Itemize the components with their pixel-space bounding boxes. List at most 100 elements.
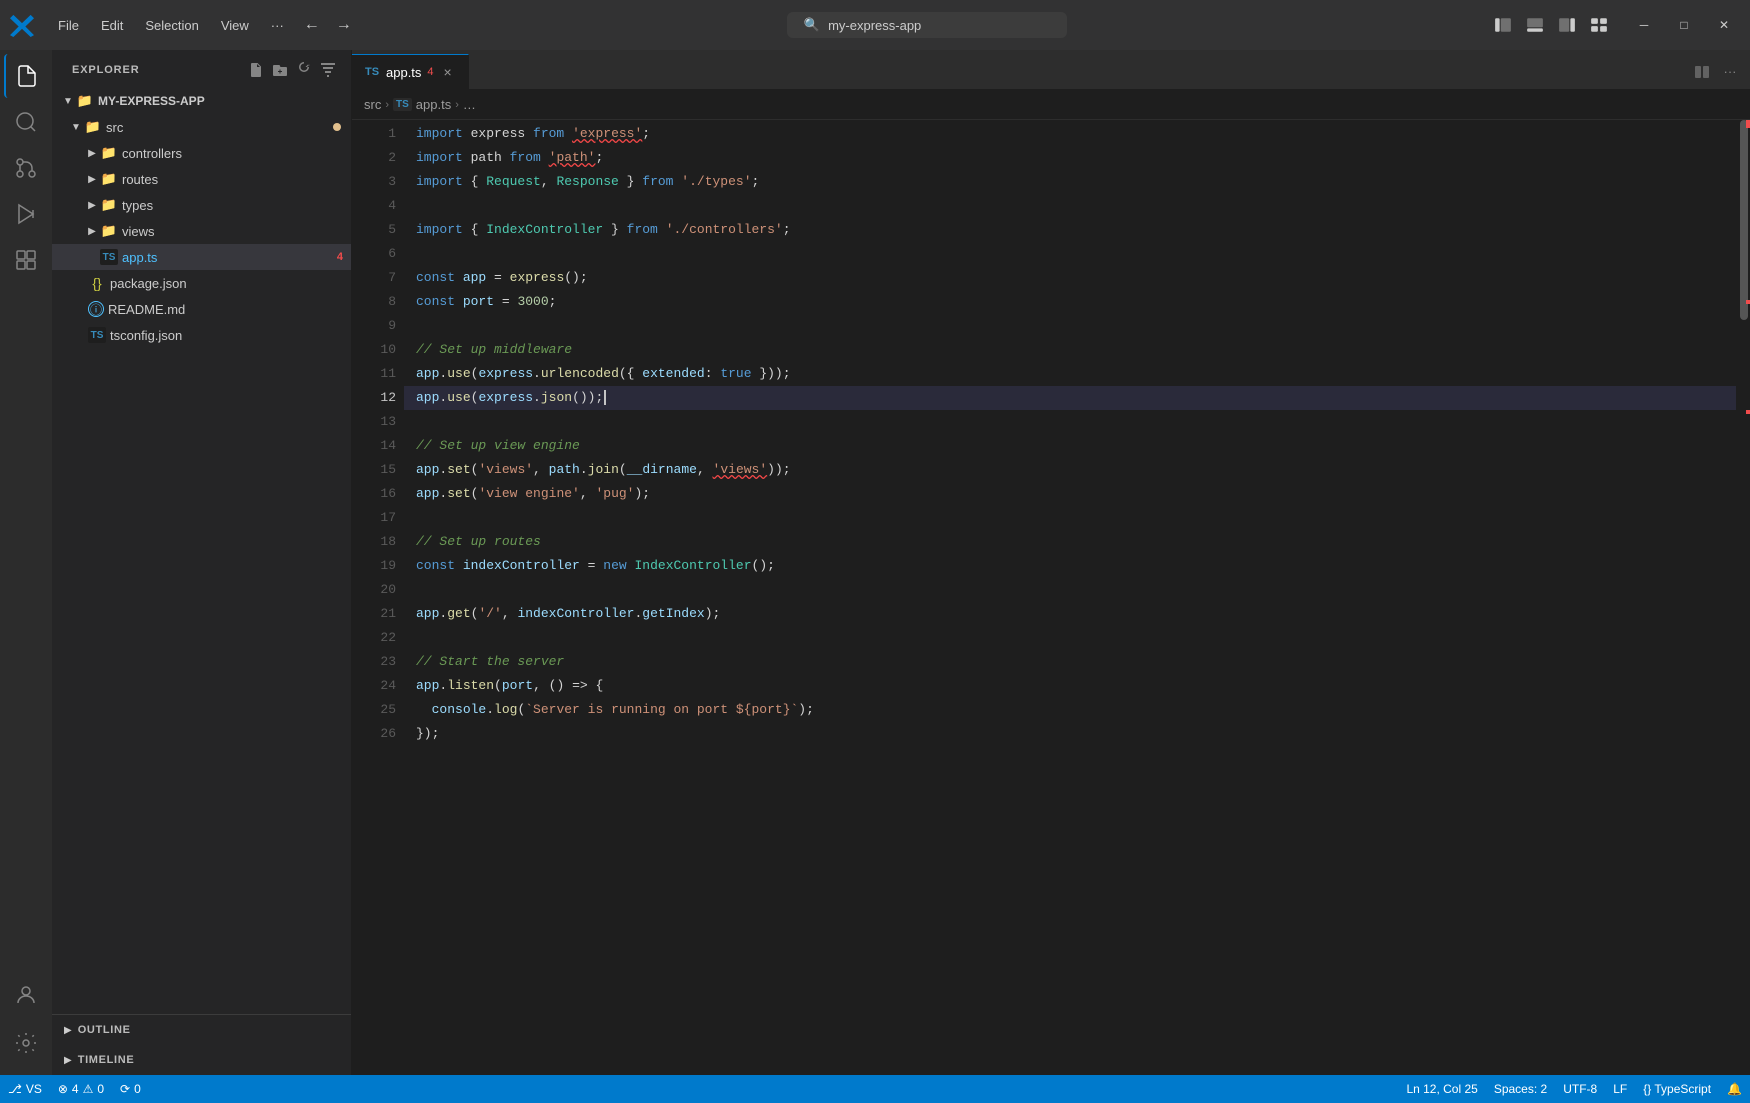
win-minimize[interactable]: ─	[1626, 11, 1662, 39]
controllers-arrow: ▶	[84, 145, 100, 161]
app-ts-icon: TS	[100, 249, 118, 265]
search-box[interactable]: 🔍 my-express-app	[787, 12, 1067, 38]
code-line-25: console.log(`Server is running on port $…	[404, 698, 1736, 722]
menu-file[interactable]: File	[48, 14, 89, 37]
menu-more[interactable]: ···	[261, 14, 294, 37]
collapse-button[interactable]	[317, 59, 339, 81]
menu-edit[interactable]: Edit	[91, 14, 133, 37]
split-editor-button[interactable]	[1690, 60, 1714, 84]
sync-count: 0	[134, 1082, 141, 1096]
code-line-15: app.set('views', path.join(__dirname, 'v…	[404, 458, 1736, 482]
code-line-1: import express from 'express';	[404, 122, 1736, 146]
line-numbers: 12345 678910 1112131415 1617181920 21222…	[352, 120, 404, 1075]
tab-app-ts[interactable]: TS app.ts 4 ×	[352, 54, 469, 89]
search-area: 🔍 my-express-app	[370, 12, 1484, 38]
error-marker-3	[1746, 410, 1750, 414]
spaces-text: Spaces: 2	[1494, 1082, 1547, 1096]
main-layout: EXPLORER ▼ 📁 MY-EXPR	[0, 50, 1750, 1075]
status-notification[interactable]: 🔔	[1719, 1075, 1750, 1103]
tab-close-button[interactable]: ×	[440, 64, 456, 80]
status-errors[interactable]: ⊗ 4 ⚠ 0	[50, 1075, 112, 1103]
views-arrow: ▶	[84, 223, 100, 239]
nav-back[interactable]: ←	[298, 11, 326, 39]
tree-package-json[interactable]: ▶ {} package.json	[52, 270, 351, 296]
editor-area: TS app.ts 4 × ··· src › TS app.ts › …	[352, 50, 1750, 1075]
menu-selection[interactable]: Selection	[135, 14, 208, 37]
tree-root[interactable]: ▼ 📁 MY-EXPRESS-APP	[52, 88, 351, 114]
activity-account[interactable]	[4, 973, 48, 1017]
tree-readme[interactable]: ▶ ⓘ README.md	[52, 296, 351, 322]
win-restore[interactable]: □	[1666, 11, 1702, 39]
activity-explorer[interactable]	[4, 54, 48, 98]
tree-app-ts[interactable]: ▶ TS app.ts 4	[52, 244, 351, 270]
tab-bar: TS app.ts 4 × ···	[352, 50, 1750, 90]
controllers-label: controllers	[122, 146, 351, 161]
cursor-position: Ln 12, Col 25	[1406, 1082, 1477, 1096]
code-line-18: // Set up routes	[404, 530, 1736, 554]
tree-routes[interactable]: ▶ 📁 routes	[52, 166, 351, 192]
code-line-4	[404, 194, 1736, 218]
code-line-3: import { Request, Response } from './typ…	[404, 170, 1736, 194]
status-right: Ln 12, Col 25 Spaces: 2 UTF-8 LF {} Type…	[1398, 1075, 1750, 1103]
code-line-16: app.set('view engine', 'pug');	[404, 482, 1736, 506]
breadcrumb-src[interactable]: src	[364, 97, 381, 112]
status-eol[interactable]: LF	[1605, 1075, 1635, 1103]
code-line-20	[404, 578, 1736, 602]
notification-icon: 🔔	[1727, 1082, 1742, 1096]
activity-search[interactable]	[4, 100, 48, 144]
code-line-22	[404, 626, 1736, 650]
error-marker-1	[1746, 120, 1750, 128]
timeline-section[interactable]: ▶ TIMELINE	[52, 1045, 351, 1075]
breadcrumb-symbol[interactable]: …	[463, 97, 476, 112]
sync-icon: ⟳	[120, 1082, 130, 1096]
outline-arrow: ▶	[64, 1025, 72, 1036]
new-file-button[interactable]	[245, 59, 267, 81]
activity-settings[interactable]	[4, 1021, 48, 1065]
activity-git[interactable]	[4, 146, 48, 190]
tab-filename: app.ts	[386, 65, 421, 80]
refresh-button[interactable]	[293, 59, 315, 81]
package-json-icon: {}	[88, 274, 106, 292]
tree-views[interactable]: ▶ 📁 views	[52, 218, 351, 244]
more-actions-button[interactable]: ···	[1718, 60, 1742, 84]
breadcrumb-file[interactable]: app.ts	[416, 97, 451, 112]
status-language[interactable]: {} TypeScript	[1635, 1075, 1719, 1103]
tree-tsconfig[interactable]: ▶ TS tsconfig.json	[52, 322, 351, 348]
breadcrumb: src › TS app.ts › …	[352, 90, 1750, 120]
tree-src[interactable]: ▼ 📁 src	[52, 114, 351, 140]
error-marker-2	[1746, 300, 1750, 304]
scrollbar-thumb[interactable]	[1740, 120, 1748, 320]
code-line-2: import path from 'path';	[404, 146, 1736, 170]
new-folder-button[interactable]	[269, 59, 291, 81]
sidebar: EXPLORER ▼ 📁 MY-EXPR	[52, 50, 352, 1075]
outline-section[interactable]: ▶ OUTLINE	[52, 1015, 351, 1045]
tree-types[interactable]: ▶ 📁 types	[52, 192, 351, 218]
titlebar-menu: File Edit Selection View ···	[48, 14, 294, 37]
code-line-5: import { IndexController } from './contr…	[404, 218, 1736, 242]
activity-extensions[interactable]	[4, 238, 48, 282]
win-close[interactable]: ✕	[1706, 11, 1742, 39]
code-line-9	[404, 314, 1736, 338]
status-git-branch[interactable]: ⎇ VS	[0, 1075, 50, 1103]
root-folder-icon: 📁	[76, 92, 94, 110]
activity-run[interactable]	[4, 192, 48, 236]
code-line-21: app.get('/', indexController.getIndex);	[404, 602, 1736, 626]
tree-controllers[interactable]: ▶ 📁 controllers	[52, 140, 351, 166]
status-spaces[interactable]: Spaces: 2	[1486, 1075, 1555, 1103]
code-line-17	[404, 506, 1736, 530]
panel-toggle-icon[interactable]	[1520, 11, 1550, 39]
sidebar-right-icon[interactable]	[1552, 11, 1582, 39]
status-sync[interactable]: ⟳ 0	[112, 1075, 149, 1103]
menu-view[interactable]: View	[211, 14, 259, 37]
nav-forward[interactable]: →	[330, 11, 358, 39]
status-cursor[interactable]: Ln 12, Col 25	[1398, 1075, 1485, 1103]
breadcrumb-ts-icon: TS	[393, 98, 412, 111]
code-content[interactable]: import express from 'express'; import pa…	[404, 120, 1736, 1075]
code-line-7: const app = express();	[404, 266, 1736, 290]
layout-icon[interactable]	[1584, 11, 1614, 39]
root-label: MY-EXPRESS-APP	[98, 94, 351, 108]
sidebar-title: EXPLORER	[72, 64, 140, 76]
status-encoding[interactable]: UTF-8	[1555, 1075, 1605, 1103]
scrollbar-track[interactable]	[1736, 120, 1750, 1075]
sidebar-toggle-icon[interactable]	[1488, 11, 1518, 39]
